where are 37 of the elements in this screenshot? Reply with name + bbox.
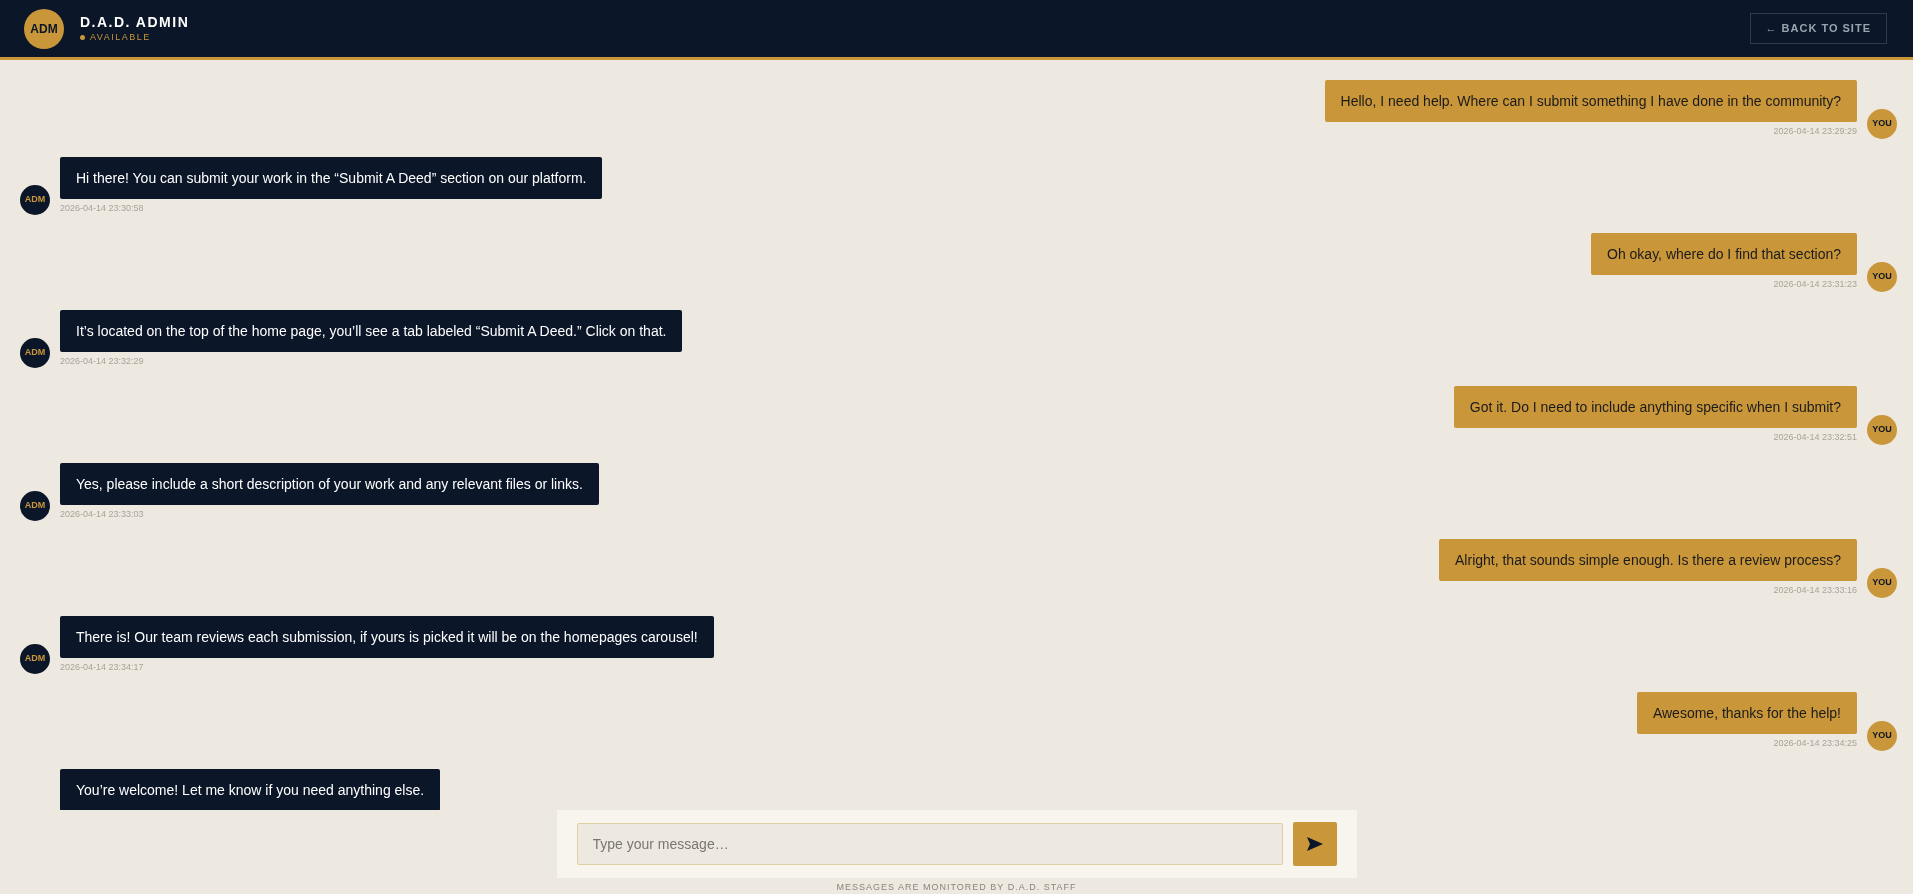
back-to-site-button[interactable]: ← BACK TO SITE — [1749, 13, 1887, 44]
avatar: YOU — [1867, 414, 1897, 445]
message-text: Got it. Do I need to include anything specific when I submit? — [1453, 386, 1857, 428]
message-time: 2026-04-14 23:33:16 — [1773, 584, 1857, 597]
message-time: 2026-04-14 23:33:03 — [60, 507, 144, 521]
avatar: YOU — [1867, 567, 1897, 598]
status-text: AVAILABLE — [90, 30, 151, 44]
message-text: Hello, I need help. Where can I submit something I have done in the community? — [1324, 80, 1857, 122]
message-text: There is! Our team reviews each submission, if yours is picked it will be on the homepages carousel! — [60, 615, 714, 658]
message-time: 2026-04-14 23:34:17 — [60, 660, 144, 674]
avatar: YOU — [1867, 108, 1897, 139]
chat-title: D.A.D. ADMIN — [80, 12, 190, 31]
message-text: It’s located on the top of the home page, you’ll see a tab labeled “Submit A Deed.” Click on that. — [60, 309, 683, 352]
send-button[interactable] — [1292, 822, 1337, 866]
message-text: Awesome, thanks for the help! — [1636, 692, 1857, 734]
message-time: 2026-04-14 23:32:29 — [60, 354, 144, 368]
message-text: Hi there! You can submit your work in the “Submit A Deed” section on our platform. — [60, 156, 603, 199]
message-text: Oh okay, where do I find that section? — [1591, 233, 1857, 275]
message-text: Alright, that sounds simple enough. Is there a review process? — [1439, 539, 1857, 581]
send-icon — [1306, 837, 1323, 851]
avatar: ADM — [20, 644, 50, 674]
avatar: YOU — [1867, 720, 1897, 751]
avatar: ADM — [20, 338, 50, 368]
avatar: ADM — [20, 491, 50, 521]
avatar: ADM — [20, 185, 50, 215]
message-text: Yes, please include a short description of your work and any relevant files or links. — [60, 462, 599, 505]
message-text: You’re welcome! Let me know if you need anything else. — [60, 768, 441, 810]
message-time: 2026-04-14 23:29:29 — [1773, 125, 1857, 138]
message-time: 2026-04-14 23:34:25 — [1773, 737, 1857, 750]
message-time: 2026-04-14 23:31:23 — [1773, 278, 1857, 291]
status-dot-icon — [80, 35, 85, 40]
message-time: 2026-04-14 23:32:51 — [1773, 431, 1857, 444]
message-time: 2026-04-14 23:30:58 — [60, 201, 144, 215]
avatar: YOU — [1867, 261, 1897, 292]
admin-avatar: ADM — [24, 8, 64, 49]
monitoring-notice: MESSAGES ARE MONITORED BY D.A.D. STAFF — [836, 881, 1077, 894]
message-input[interactable]: Type your message… — [576, 823, 1283, 865]
